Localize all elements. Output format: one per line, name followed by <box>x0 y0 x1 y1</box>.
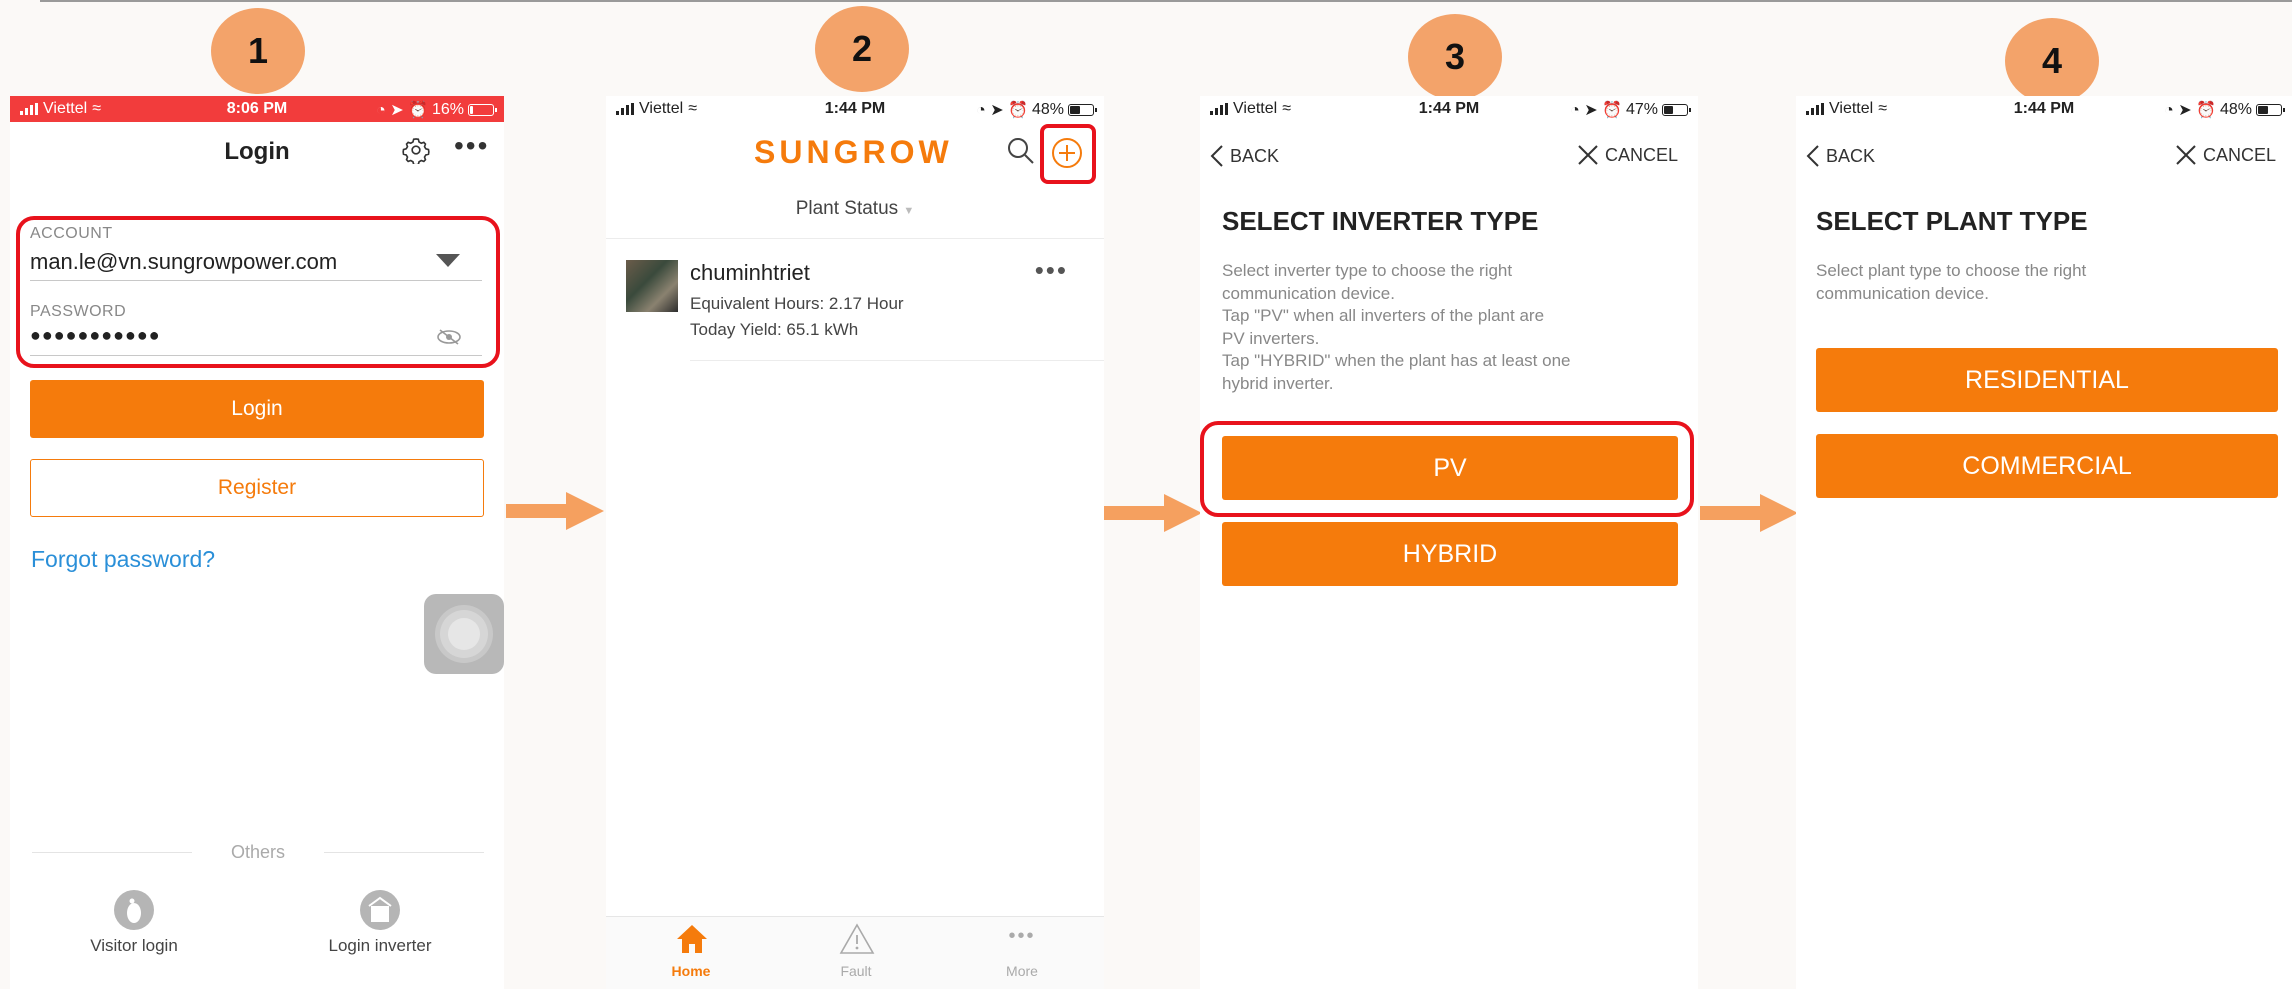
search-icon[interactable] <box>1006 136 1036 166</box>
tab-more-label: More <box>1006 963 1038 979</box>
residential-button[interactable]: RESIDENTIAL <box>1816 348 2278 412</box>
plant-status-label: Plant Status <box>795 198 899 219</box>
home-icon <box>677 925 707 953</box>
inverter-icon[interactable] <box>360 890 400 930</box>
close-icon <box>1578 145 1598 165</box>
page-title: SELECT PLANT TYPE <box>1816 206 2088 236</box>
account-field[interactable]: man.le@vn.sungrowpower.com <box>30 249 337 275</box>
battery-icon <box>468 104 497 116</box>
step-badge-4: 4 <box>2005 18 2099 104</box>
today-yield: Today Yield: 65.1 kWh <box>690 320 859 339</box>
visitor-login-label[interactable]: Visitor login <box>54 936 214 956</box>
account-label: ACCOUNT <box>30 225 113 242</box>
status-bar: Viettel ≈ 1:44 PM ◔ ➤ ⏰ 48% <box>606 96 1104 122</box>
battery-icon <box>1662 104 1691 116</box>
password-field[interactable]: ●●●●●●●●●●● <box>30 325 161 346</box>
step-badge-3: 3 <box>1408 14 1502 100</box>
gear-icon[interactable] <box>402 136 430 164</box>
plant-type-screen: Viettel ≈ 1:44 PM ◔ ➤ ⏰ 48% BACK CANCEL SE… <box>1796 96 2292 989</box>
plant-thumbnail[interactable] <box>626 260 678 312</box>
cancel-button[interactable]: CANCEL <box>2175 144 2276 166</box>
pv-button[interactable]: PV <box>1222 436 1678 500</box>
description-line: Tap "HYBRID" when the plant has at least… <box>1222 351 1571 370</box>
alarm-icon: ◔ ➤ ⏰ <box>2164 102 2216 119</box>
assistive-touch-icon[interactable] <box>424 594 504 674</box>
password-underline <box>30 355 482 356</box>
forgot-password-link[interactable]: Forgot password? <box>31 546 215 573</box>
alarm-icon: ◔ ➤ ⏰ <box>1570 102 1622 119</box>
battery-percent: 47% <box>1625 101 1658 118</box>
inverter-type-screen: Viettel ≈ 1:44 PM ◔ ➤ ⏰ 47% BACK CANCEL SE… <box>1200 96 1698 989</box>
tab-home-label: Home <box>671 963 711 979</box>
cancel-label: CANCEL <box>1604 144 1678 165</box>
header-divider <box>606 238 1104 239</box>
plant-status-dropdown[interactable]: Plant Status ▼ <box>606 198 1104 220</box>
sungrow-logo: SUNGROW <box>754 134 953 170</box>
login-inverter-label[interactable]: Login inverter <box>300 936 460 956</box>
equivalent-hours: Equivalent Hours: 2.17 Hour <box>690 294 904 313</box>
login-button[interactable]: Login <box>30 380 484 438</box>
plant-more-icon[interactable]: ••• <box>1035 257 1068 283</box>
battery-icon <box>1068 104 1097 116</box>
tab-fault-label: Fault <box>840 963 872 979</box>
visitor-icon[interactable] <box>114 890 154 930</box>
page-title: SELECT INVERTER TYPE <box>1222 206 1539 236</box>
step-badge-1: 1 <box>211 8 305 94</box>
add-circle-icon[interactable] <box>1050 136 1084 170</box>
description: Select plant type to choose the right co… <box>1816 260 2216 305</box>
commercial-button[interactable]: COMMERCIAL <box>1816 434 2278 498</box>
plant-name[interactable]: chuminhtriet <box>690 260 810 286</box>
description-line: communication device. <box>1222 283 1395 303</box>
cancel-button[interactable]: CANCEL <box>1577 144 1678 166</box>
flow-arrow-1 <box>506 492 604 530</box>
flow-arrow-3 <box>1700 494 1798 532</box>
row-divider <box>690 360 1104 361</box>
login-screen: Viettel ≈ 8:06 PM ◔ ➤ ⏰ 16% Login ••• ACCO… <box>10 96 504 989</box>
back-label: BACK <box>1230 145 1280 166</box>
eye-off-icon[interactable] <box>436 328 462 346</box>
description-line: Select inverter type to choose the right <box>1222 261 1513 280</box>
chevron-down-icon[interactable] <box>436 254 460 268</box>
others-divider: Others <box>32 842 484 863</box>
description: Select inverter type to choose the right… <box>1222 260 1622 395</box>
status-bar: Viettel ≈ 1:44 PM ◔ ➤ ⏰ 48% <box>1796 96 2292 122</box>
flow-arrow-2 <box>1104 494 1202 532</box>
description-line: communication device. <box>1816 283 1989 303</box>
top-rule <box>40 0 2292 2</box>
description-line: Select plant type to choose the right <box>1816 261 2087 280</box>
hybrid-button[interactable]: HYBRID <box>1222 522 1678 586</box>
status-bar: Viettel ≈ 8:06 PM ◔ ➤ ⏰ 16% <box>10 96 504 122</box>
back-button[interactable]: BACK <box>1806 144 1875 168</box>
tab-bar: Home Fault ••• More <box>606 916 1104 989</box>
chevron-left-icon <box>1806 145 1819 167</box>
status-bar: Viettel ≈ 1:44 PM ◔ ➤ ⏰ 47% <box>1200 96 1698 122</box>
description-line: hybrid inverter. <box>1222 373 1334 393</box>
home-screen: Viettel ≈ 1:44 PM ◔ ➤ ⏰ 48% SUNGROW Plant … <box>606 96 1104 989</box>
battery-percent: 48% <box>1031 101 1064 118</box>
alarm-icon: ◔ ➤ ⏰ <box>376 102 428 119</box>
alarm-icon: ◔ ➤ ⏰ <box>976 102 1028 119</box>
more-icon: ••• <box>1008 925 1036 947</box>
caret-down-icon: ▼ <box>903 205 915 217</box>
cancel-label: CANCEL <box>2202 144 2276 165</box>
register-button[interactable]: Register <box>30 459 484 517</box>
account-underline <box>30 280 482 281</box>
battery-percent: 16% <box>431 101 464 118</box>
password-label: PASSWORD <box>30 303 127 320</box>
close-icon <box>2176 145 2196 165</box>
chevron-left-icon <box>1210 145 1223 167</box>
battery-percent: 48% <box>2219 101 2252 118</box>
warning-icon <box>839 923 875 954</box>
back-label: BACK <box>1826 145 1876 166</box>
back-button[interactable]: BACK <box>1210 144 1279 168</box>
description-line: Tap "PV" when all inverters of the plant… <box>1222 306 1545 325</box>
step-badge-2: 2 <box>815 6 909 92</box>
battery-icon <box>2256 104 2285 116</box>
more-icon[interactable]: ••• <box>454 132 489 160</box>
description-line: PV inverters. <box>1222 328 1320 348</box>
